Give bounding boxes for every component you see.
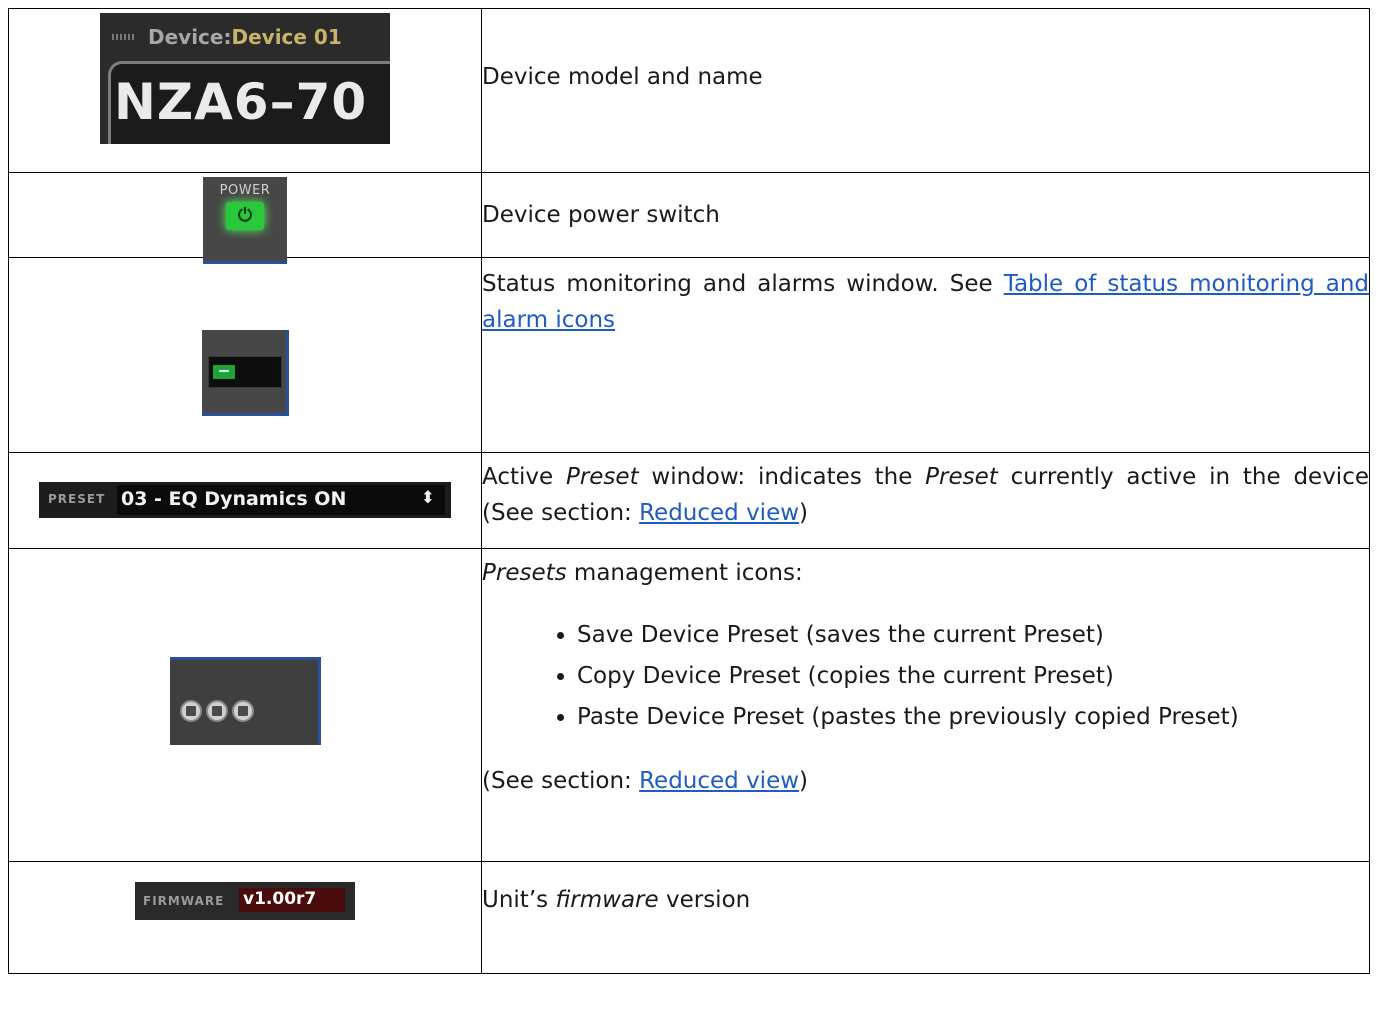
description-cell: Active Preset window: indicates the Pres… (481, 452, 1370, 549)
firmware-value-box: v1.00r7 (239, 888, 345, 912)
status-monitor-image (201, 330, 289, 416)
row-description: Device power switch (482, 202, 720, 228)
table-row: PRESET 03 - EQ Dynamics ON ⬍ Active Pres… (8, 452, 1370, 549)
table-row: FIRMWARE v1.00r7 Unit’s firmware version (8, 861, 1370, 974)
table-row: Device:Device 01 NZA6–70 Device model an… (8, 8, 1370, 173)
description-cell: Device power switch (481, 172, 1370, 258)
table-row: Presets management icons: Save Device Pr… (8, 548, 1370, 862)
device-label: Device:Device 01 (148, 25, 342, 49)
preset-selector-image: PRESET 03 - EQ Dynamics ON ⬍ (39, 482, 451, 518)
power-icon: ⏻ (237, 205, 253, 226)
preset-management-image (169, 657, 321, 745)
preset-value: 03 - EQ Dynamics ON (121, 488, 347, 510)
firmware-image: FIRMWARE v1.00r7 (135, 882, 355, 920)
row-heading: Presets management icons: (482, 560, 803, 586)
device-model: NZA6–70 (114, 73, 368, 131)
power-label: POWER (219, 183, 271, 198)
image-cell: Device:Device 01 NZA6–70 (8, 8, 482, 173)
preset-label: PRESET (48, 492, 106, 506)
preset-actions-list: Save Device Preset (saves the current Pr… (482, 617, 1369, 735)
firmware-value: v1.00r7 (243, 889, 317, 909)
description-cell: Presets management icons: Save Device Pr… (481, 548, 1370, 862)
list-item: Paste Device Preset (pastes the previous… (577, 699, 1369, 735)
reduced-view-link[interactable]: Reduced view (639, 500, 799, 526)
device-header-image: Device:Device 01 NZA6–70 (100, 13, 390, 144)
status-screen (207, 356, 282, 388)
save-preset-icon[interactable] (179, 700, 202, 722)
preset-select[interactable]: 03 - EQ Dynamics ON ⬍ (117, 485, 445, 515)
image-cell: POWER ⏻ (8, 172, 482, 264)
paste-preset-icon[interactable] (231, 700, 254, 722)
grip-icon (112, 34, 136, 40)
row-footer: (See section: Reduced view) (482, 768, 809, 794)
description-table: Device:Device 01 NZA6–70 Device model an… (8, 8, 1370, 974)
row-description: Status monitoring and alarms window. See… (482, 271, 1370, 333)
image-cell: PRESET 03 - EQ Dynamics ON ⬍ (8, 452, 482, 549)
row-description: Device model and name (482, 64, 763, 90)
table-row: Status monitoring and alarms window. See… (8, 257, 1370, 453)
list-item: Copy Device Preset (copies the current P… (577, 658, 1369, 694)
row-description: Unit’s firmware version (482, 887, 751, 913)
table-row: POWER ⏻ Device power switch (8, 172, 1370, 264)
description-cell: Unit’s firmware version (481, 861, 1370, 974)
power-button[interactable]: ⏻ (226, 202, 264, 230)
copy-preset-icon[interactable] (205, 700, 228, 722)
network-icon (212, 365, 235, 379)
power-switch-image: POWER ⏻ (203, 177, 287, 264)
description-cell: Status monitoring and alarms window. See… (481, 257, 1370, 453)
image-cell (8, 257, 482, 453)
list-item: Save Device Preset (saves the current Pr… (577, 617, 1369, 653)
updown-arrow-icon: ⬍ (420, 488, 435, 508)
image-cell: FIRMWARE v1.00r7 (8, 861, 482, 974)
description-cell: Device model and name (481, 8, 1370, 173)
row-description: Active Preset window: indicates the Pres… (482, 464, 1369, 526)
image-cell (8, 548, 482, 862)
reduced-view-link[interactable]: Reduced view (639, 768, 799, 794)
firmware-label: FIRMWARE (143, 894, 225, 908)
